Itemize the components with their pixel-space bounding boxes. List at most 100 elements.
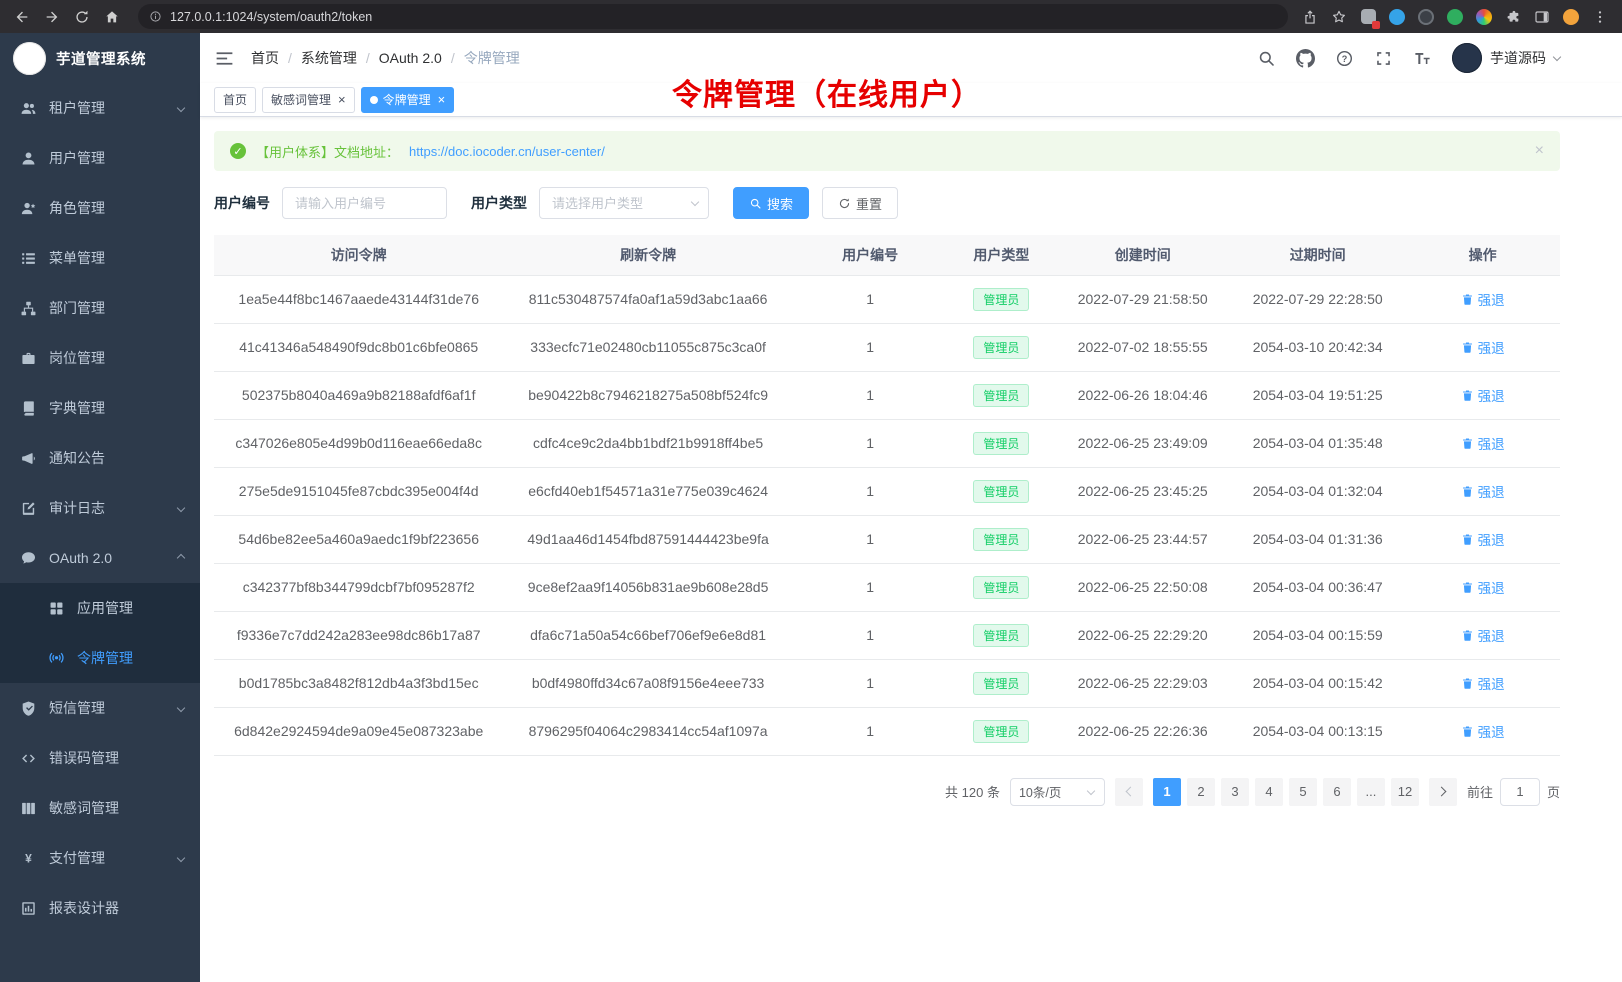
sidebar-item-token[interactable]: 令牌管理 xyxy=(0,633,200,683)
tab-token[interactable]: 令牌管理 × xyxy=(361,87,455,113)
sidebar-item-pay[interactable]: 支付管理 xyxy=(0,833,200,883)
user-id-label: 用户编号 xyxy=(214,193,270,213)
sidebar-item-user[interactable]: 用户管理 xyxy=(0,133,200,183)
page-button-3[interactable]: 3 xyxy=(1221,778,1249,806)
create-time-cell: 2022-07-29 21:58:50 xyxy=(1055,275,1230,323)
font-size-icon[interactable] xyxy=(1413,49,1432,68)
app-logo[interactable]: 芋道管理系统 xyxy=(0,33,200,83)
extension-badged-icon[interactable] xyxy=(1358,7,1378,27)
force-logout-button[interactable]: 强退 xyxy=(1461,625,1505,645)
jump-page-input[interactable] xyxy=(1500,778,1540,806)
sidebar-item-tenant[interactable]: 租户管理 xyxy=(0,83,200,133)
breadcrumb-item[interactable]: 系统管理 xyxy=(301,48,357,68)
user-type-cell: 管理员 xyxy=(948,323,1056,371)
sidebar-item-role[interactable]: 角色管理 xyxy=(0,183,200,233)
page-button-12[interactable]: 12 xyxy=(1391,778,1419,806)
page-button-2[interactable]: 2 xyxy=(1187,778,1215,806)
github-icon[interactable] xyxy=(1296,49,1315,68)
forward-icon[interactable] xyxy=(38,4,66,30)
sidebar-item-app[interactable]: 应用管理 xyxy=(0,583,200,633)
address-bar[interactable]: 127.0.0.1:1024/system/oauth2/token xyxy=(138,4,1288,29)
sidebar-item-dept[interactable]: 部门管理 xyxy=(0,283,200,333)
force-logout-button[interactable]: 强退 xyxy=(1461,721,1505,741)
reset-button[interactable]: 重置 xyxy=(822,187,898,219)
sidebar-item-audit-log[interactable]: 审计日志 xyxy=(0,483,200,533)
site-info-icon[interactable] xyxy=(149,10,162,23)
page-button-1[interactable]: 1 xyxy=(1153,778,1181,806)
fullscreen-icon[interactable] xyxy=(1374,49,1393,68)
extension-rainbow-icon[interactable] xyxy=(1474,7,1494,27)
search-icon[interactable] xyxy=(1257,49,1276,68)
sidebar-item-label: 菜单管理 xyxy=(49,248,105,268)
user-type-badge: 管理员 xyxy=(973,528,1029,551)
breadcrumb-item[interactable]: 首页 xyxy=(251,48,279,68)
user-type-select-input[interactable] xyxy=(539,187,709,219)
reload-icon[interactable] xyxy=(68,4,96,30)
pager-more-button[interactable]: ... xyxy=(1357,778,1385,806)
close-icon[interactable]: × xyxy=(438,93,446,106)
force-logout-button[interactable]: 强退 xyxy=(1461,577,1505,597)
profile-avatar[interactable] xyxy=(1561,7,1581,27)
sidebar-item-error-code[interactable]: 错误码管理 xyxy=(0,733,200,783)
sidebar-item-menu[interactable]: 菜单管理 xyxy=(0,233,200,283)
force-logout-button[interactable]: 强退 xyxy=(1461,337,1505,357)
user-name: 芋道源码 xyxy=(1490,48,1546,68)
user-menu[interactable]: 芋道源码 xyxy=(1452,43,1560,73)
user-id-cell: 1 xyxy=(793,467,948,515)
force-logout-button[interactable]: 强退 xyxy=(1461,529,1505,549)
prev-page-button[interactable] xyxy=(1115,778,1143,806)
help-icon[interactable] xyxy=(1335,49,1354,68)
delete-icon xyxy=(1461,389,1474,402)
force-logout-button[interactable]: 强退 xyxy=(1461,289,1505,309)
tab-sensitive-word[interactable]: 敏感词管理 × xyxy=(262,87,355,113)
force-logout-button[interactable]: 强退 xyxy=(1461,385,1505,405)
extension-dark-icon[interactable] xyxy=(1416,7,1436,27)
share-icon[interactable] xyxy=(1300,7,1320,27)
page-button-6[interactable]: 6 xyxy=(1323,778,1351,806)
browser-toolbar-right xyxy=(1300,7,1614,27)
sidebar-item-report[interactable]: 报表设计器 xyxy=(0,883,200,933)
sidebar-item-dict[interactable]: 字典管理 xyxy=(0,383,200,433)
user-icon xyxy=(20,150,37,167)
sidebar-item-sms[interactable]: 短信管理 xyxy=(0,683,200,733)
sidebar-item-label: 岗位管理 xyxy=(49,348,105,368)
table-row: c347026e805e4d99b0d116eae66eda8ccdfc4ce9… xyxy=(214,419,1560,467)
user-id-input[interactable] xyxy=(282,187,447,219)
extension-blue-icon[interactable] xyxy=(1387,7,1407,27)
search-form: 用户编号 用户类型 搜索 xyxy=(214,187,1560,219)
sidebar-item-notice[interactable]: 通知公告 xyxy=(0,433,200,483)
extension-green-icon[interactable] xyxy=(1445,7,1465,27)
sidebar-item-label: 短信管理 xyxy=(49,698,105,718)
back-icon[interactable] xyxy=(8,4,36,30)
next-page-button[interactable] xyxy=(1429,778,1457,806)
close-icon[interactable]: × xyxy=(338,93,346,106)
jump-suffix: 页 xyxy=(1547,782,1560,801)
sidebar-item-oauth[interactable]: OAuth 2.0 xyxy=(0,533,200,583)
refresh-token-cell: be90422b8c7946218275a508bf524fc9 xyxy=(503,371,792,419)
page-size-select[interactable] xyxy=(1010,778,1105,806)
alert-close-icon[interactable]: × xyxy=(1535,142,1544,160)
browser-menu-icon[interactable] xyxy=(1590,7,1610,27)
delete-icon xyxy=(1461,725,1474,738)
app-title: 芋道管理系统 xyxy=(56,48,146,69)
extensions-puzzle-icon[interactable] xyxy=(1503,7,1523,27)
sidebar-item-post[interactable]: 岗位管理 xyxy=(0,333,200,383)
user-type-select[interactable] xyxy=(539,187,709,219)
table-row: 275e5de9151045fe87cbdc395e004f4de6cfd40e… xyxy=(214,467,1560,515)
force-logout-button[interactable]: 强退 xyxy=(1461,481,1505,501)
page-button-4[interactable]: 4 xyxy=(1255,778,1283,806)
bookmark-star-icon[interactable] xyxy=(1329,7,1349,27)
force-logout-button[interactable]: 强退 xyxy=(1461,433,1505,453)
column-header: 用户类型 xyxy=(948,235,1056,275)
side-panel-icon[interactable] xyxy=(1532,7,1552,27)
page-button-5[interactable]: 5 xyxy=(1289,778,1317,806)
tab-home[interactable]: 首页 xyxy=(214,87,256,113)
home-icon[interactable] xyxy=(98,4,126,30)
breadcrumb-item[interactable]: OAuth 2.0 xyxy=(379,50,442,66)
search-button[interactable]: 搜索 xyxy=(733,187,809,219)
sidebar-toggle-icon[interactable] xyxy=(214,48,235,69)
doc-link[interactable]: https://doc.iocoder.cn/user-center/ xyxy=(409,144,605,159)
sidebar-item-sensitive-word[interactable]: 敏感词管理 xyxy=(0,783,200,833)
page-size-input[interactable] xyxy=(1010,778,1105,806)
force-logout-button[interactable]: 强退 xyxy=(1461,673,1505,693)
